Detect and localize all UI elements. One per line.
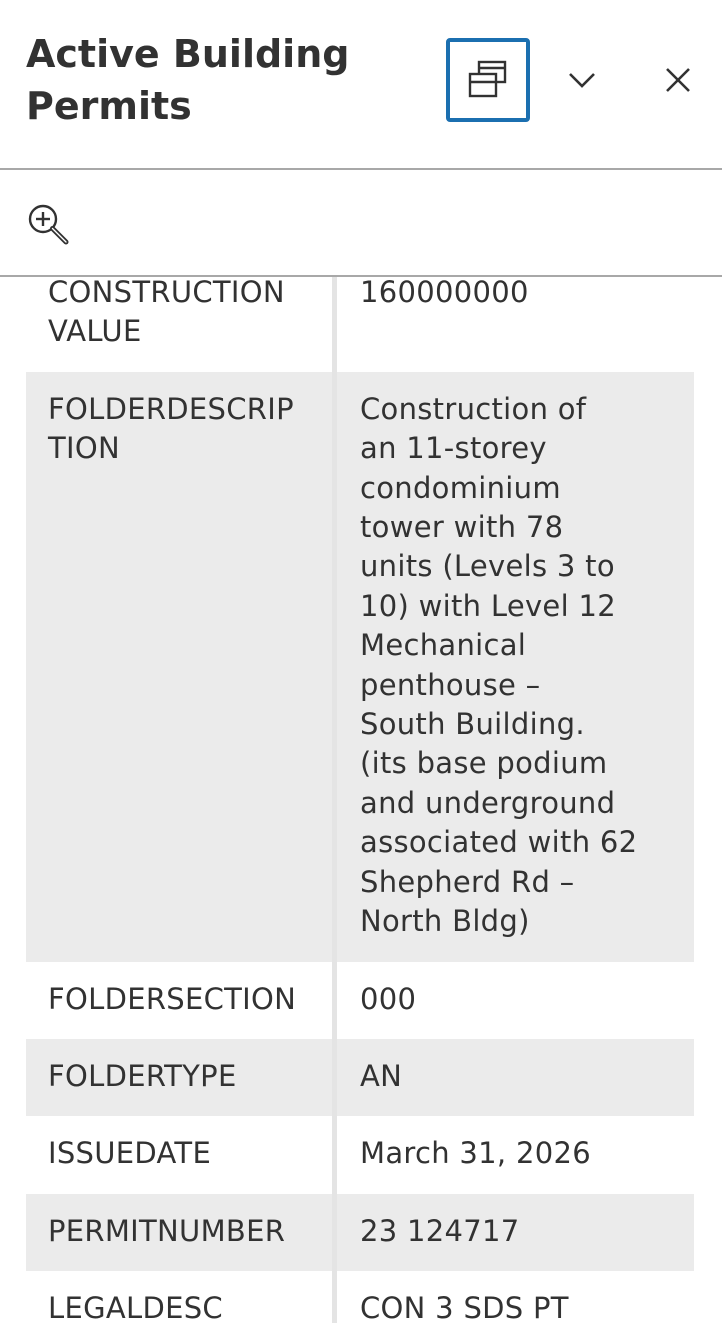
chevron-down-icon xyxy=(569,73,595,88)
attribute-value-line: CON 3 SDS PT xyxy=(360,1291,569,1323)
attribute-value-line: 23 124717 xyxy=(360,1213,520,1248)
zoom-to-button[interactable] xyxy=(26,202,72,248)
dock-button[interactable] xyxy=(446,38,530,122)
attribute-value: AN xyxy=(337,1039,694,1116)
attribute-key-line: FOLDERSECTION xyxy=(48,981,297,1016)
attribute-key-line: LEGALDESC xyxy=(48,1291,223,1323)
panel-title-line: Active Building xyxy=(26,32,350,76)
close-button[interactable] xyxy=(656,58,700,102)
attribute-key-line: ISSUEDATE xyxy=(48,1136,212,1171)
panel-title: Active Building Permits xyxy=(26,28,386,132)
attribute-value-line: North Bldg) xyxy=(360,904,530,939)
attribute-value-line: Mechanical xyxy=(360,628,527,663)
attribute-value-line: associated with 62 xyxy=(360,825,638,860)
attribute-row: PERMITNUMBER 23 124717 xyxy=(26,1193,694,1272)
attribute-value-line: AN xyxy=(360,1058,403,1093)
close-icon xyxy=(666,68,690,92)
attribute-value-line: Construction of xyxy=(360,391,587,426)
attribute-row: CONSTRUCTION VALUE 160000000 xyxy=(26,277,694,372)
collapse-button[interactable] xyxy=(560,58,604,102)
attribute-value: Construction of an 11-storey condominium to… xyxy=(337,372,694,962)
attribute-value: CON 3 SDS PTLOT 16 xyxy=(337,1271,694,1323)
attribute-key-line: TION xyxy=(48,431,120,466)
attribute-value-line: tower with 78 xyxy=(360,510,564,545)
attribute-content[interactable]: CONSTRUCTION VALUE 160000000 FOLDERDESCRIP T… xyxy=(0,277,722,1323)
attribute-value-line: penthouse – xyxy=(360,667,541,702)
dock-icon xyxy=(468,60,507,98)
attribute-value-line: Shepherd Rd – xyxy=(360,864,575,899)
attribute-key: CONSTRUCTION VALUE xyxy=(26,277,337,372)
panel-title-line: Permits xyxy=(26,84,192,128)
attribute-value: 23 124717 xyxy=(337,1194,694,1271)
zoom-to-icon xyxy=(28,204,69,245)
attribute-value-line: March 31, 2026 xyxy=(360,1136,591,1171)
attribute-value-line: and underground xyxy=(360,785,616,820)
attribute-value-line: condominium xyxy=(360,470,561,505)
feature-toolbar xyxy=(0,170,722,277)
attribute-value: March 31, 2026 xyxy=(337,1116,694,1193)
attribute-row: LEGALDESC CON 3 SDS PTLOT 16 xyxy=(26,1271,694,1323)
attribute-key-line: FOLDERDESCRIP xyxy=(48,391,294,426)
attribute-key: ISSUEDATE xyxy=(26,1116,337,1194)
attribute-value-line: units (Levels 3 to xyxy=(360,549,615,584)
attribute-row: ISSUEDATE March 31, 2026 xyxy=(26,1116,694,1194)
attribute-value: 160000000 xyxy=(337,277,694,372)
attribute-row: FOLDERTYPE AN xyxy=(26,1038,694,1117)
attribute-key: FOLDERSECTION xyxy=(26,961,337,1039)
attribute-row: FOLDERSECTION 000 xyxy=(26,961,694,1039)
attribute-value-line: 160000000 xyxy=(360,277,529,309)
attribute-key: FOLDERTYPE xyxy=(26,1038,337,1117)
attribute-value: 000 xyxy=(337,962,694,1039)
attribute-row: FOLDERDESCRIP TION Construction of an 11-st… xyxy=(26,371,694,962)
attribute-value-line: South Building. xyxy=(360,707,585,742)
attribute-key-line: CONSTRUCTION xyxy=(48,277,285,309)
attribute-key-line: FOLDERTYPE xyxy=(48,1058,237,1093)
attribute-table: CONSTRUCTION VALUE 160000000 FOLDERDESCRIP T… xyxy=(26,277,694,1323)
attribute-value-line: an 11-storey xyxy=(360,431,547,466)
panel-header: Active Building Permits xyxy=(0,0,722,170)
attribute-key-line: VALUE xyxy=(48,314,142,349)
attribute-key-line: PERMITNUMBER xyxy=(48,1213,286,1248)
attribute-value-line: 000 xyxy=(360,981,417,1016)
attribute-key: LEGALDESC xyxy=(26,1271,337,1323)
attribute-value-line: 10) with Level 12 xyxy=(360,588,616,623)
attribute-key: FOLDERDESCRIP TION xyxy=(26,371,337,962)
attribute-key: PERMITNUMBER xyxy=(26,1193,337,1272)
attribute-value-line: (its base podium xyxy=(360,746,608,781)
